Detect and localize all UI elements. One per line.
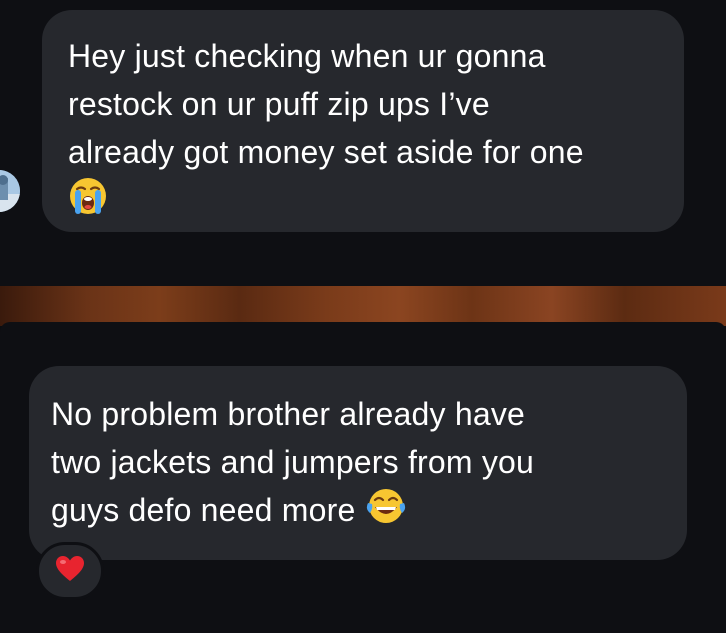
heart-reaction[interactable] — [36, 542, 104, 600]
face-with-tears-of-joy-icon — [365, 487, 407, 538]
red-heart-icon — [55, 555, 85, 588]
message-line: Hey just checking when ur gonna — [68, 38, 546, 74]
message-line: restock on ur puff zip ups I’ve — [68, 86, 490, 122]
message-line: No problem brother already have — [51, 396, 526, 432]
message-line-text: guys defo need more — [51, 492, 356, 528]
message-line: two jackets and jumpers from you — [51, 444, 535, 480]
chat-panel-top: Hey just checking when ur gonna restock … — [0, 0, 726, 287]
message-bubble-incoming[interactable]: No problem brother already have two jack… — [29, 366, 687, 560]
background-photo-strip — [0, 286, 726, 326]
avatar[interactable] — [0, 170, 20, 212]
loudly-crying-face-icon — [68, 176, 108, 229]
message-line-with-emoji: guys defo need more — [51, 486, 667, 538]
message-line-emoji — [68, 176, 660, 229]
message-bubble-incoming[interactable]: Hey just checking when ur gonna restock … — [42, 10, 684, 232]
message-line: already got money set aside for one — [68, 134, 584, 170]
